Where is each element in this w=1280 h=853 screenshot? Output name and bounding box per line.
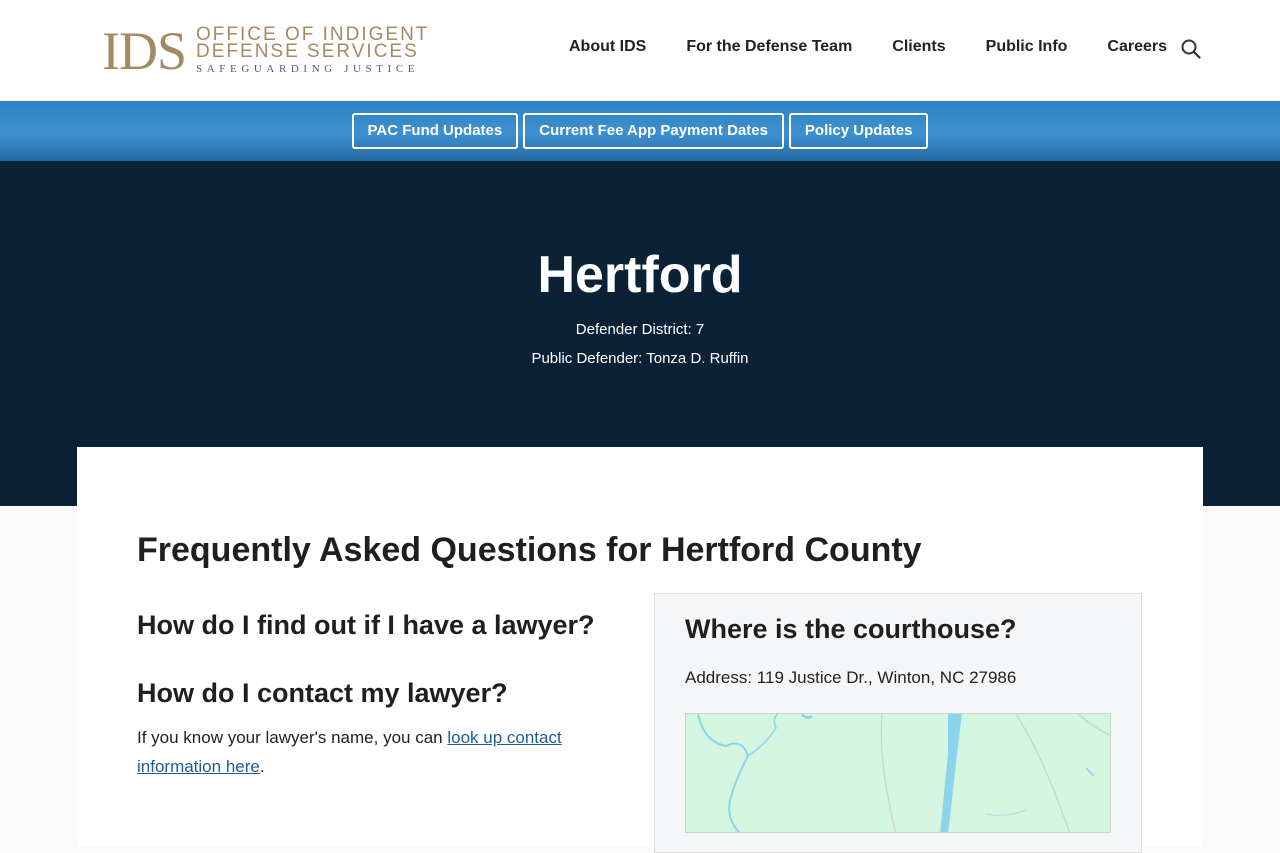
faq-heading: Frequently Asked Questions for Hertford …	[137, 531, 922, 569]
logo-line2: DEFENSE SERVICES	[196, 41, 419, 62]
faq-answer-contact: If you know your lawyer's name, you can …	[137, 723, 607, 781]
faq-question-find-lawyer: How do I find out if I have a lawyer?	[137, 610, 595, 640]
faq-question-contact-lawyer: How do I contact my lawyer?	[137, 678, 508, 708]
ids-logo[interactable]: IDS OFFICE OF INDIGENT DEFENSE SERVICES …	[102, 21, 429, 81]
faq-left-column: How do I find out if I have a lawyer? Ho…	[137, 607, 607, 781]
courthouse-box: Where is the courthouse? Address: 119 Ju…	[654, 593, 1142, 853]
logo-tagline: SAFEGUARDING JUSTICE	[196, 63, 420, 75]
defender-district: Defender District: 7	[575, 321, 705, 338]
hero-meta: Defender District: 7 Public Defender: To…	[0, 315, 1280, 373]
search-icon[interactable]	[1180, 38, 1202, 60]
nav-about-ids[interactable]: About IDS	[569, 38, 646, 56]
content-card: Frequently Asked Questions for Hertford …	[77, 447, 1203, 853]
courthouse-address: Address: 119 Justice Dr., Winton, NC 279…	[685, 668, 1017, 687]
nav-for-the-defense-team[interactable]: For the Defense Team	[686, 38, 852, 56]
page-title: Hertford	[537, 246, 743, 304]
logo-mark: IDS	[102, 21, 187, 81]
main-nav: About IDS For the Defense Team Clients P…	[569, 38, 1207, 56]
courthouse-map[interactable]	[685, 713, 1111, 833]
policy-updates-button[interactable]: Policy Updates	[788, 113, 929, 149]
courthouse-heading: Where is the courthouse?	[685, 614, 1017, 644]
logo-text: OFFICE OF INDIGENT DEFENSE SERVICES SAFE…	[196, 25, 429, 76]
nav-careers[interactable]: Careers	[1107, 38, 1167, 56]
utility-bar: PAC Fund Updates Current Fee App Payment…	[0, 101, 1280, 161]
answer-prefix: If you know your lawyer's name, you can	[137, 728, 448, 747]
public-defender: Public Defender: Tonza D. Ruffin	[531, 350, 749, 367]
pac-fund-updates-button[interactable]: PAC Fund Updates	[351, 113, 519, 149]
answer-suffix: .	[259, 757, 265, 776]
nav-clients[interactable]: Clients	[892, 38, 945, 56]
nav-public-info[interactable]: Public Info	[986, 38, 1068, 56]
map-graphic	[697, 714, 1110, 832]
fee-app-payment-dates-button[interactable]: Current Fee App Payment Dates	[523, 113, 784, 149]
site-header: IDS OFFICE OF INDIGENT DEFENSE SERVICES …	[0, 0, 1280, 101]
